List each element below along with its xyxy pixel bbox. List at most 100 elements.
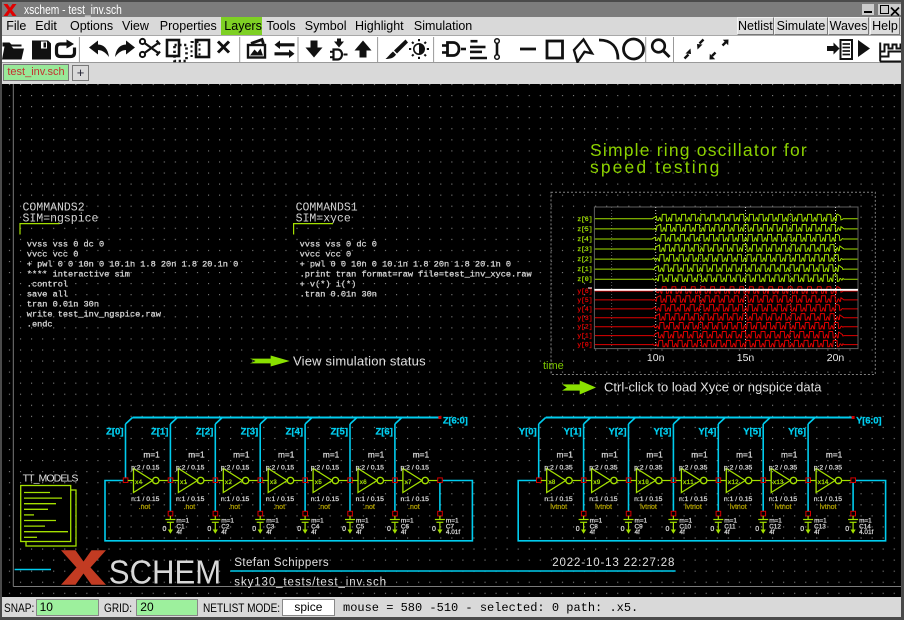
svg-text:4f: 4f: [769, 529, 775, 536]
svg-text:Z[2]: Z[2]: [196, 427, 213, 438]
svg-text:x7: x7: [404, 479, 412, 486]
svg-text:x13: x13: [773, 479, 784, 486]
svg-text:Z[1]: Z[1]: [151, 427, 168, 438]
svg-text:y[3]: y[3]: [577, 315, 592, 322]
svg-text:m=1: m=1: [233, 449, 250, 459]
svg-text:p:2 / 0.15: p:2 / 0.15: [356, 464, 385, 471]
svg-text:Z[6:0]: Z[6:0]: [443, 416, 468, 427]
svg-text:2022-10-13 22:27:28: 2022-10-13 22:27:28: [552, 557, 675, 569]
svg-text:n:1 / 0.15: n:1 / 0.15: [221, 496, 250, 503]
svg-text:Y[0]: Y[0]: [519, 427, 537, 438]
svg-text:0: 0: [576, 526, 580, 533]
svg-text:+ pwl 0 0 10n 0 10.1n 1.8 20n: + pwl 0 0 10n 0 10.1n 1.8 20n 1.8 20.1n …: [300, 260, 511, 270]
svg-text:n:1 / 0.15: n:1 / 0.15: [311, 496, 340, 503]
svg-text:p:2 / 0.15: p:2 / 0.15: [131, 464, 160, 471]
svg-text:y[6]: y[6]: [577, 288, 592, 295]
svg-text:Stefan Schippers: Stefan Schippers: [234, 557, 329, 569]
svg-text:4f: 4f: [724, 529, 730, 536]
svg-text:0: 0: [297, 526, 301, 533]
svg-text:0: 0: [207, 526, 211, 533]
svg-text:x3: x3: [270, 479, 278, 486]
svg-text:n:1 / 0.15: n:1 / 0.15: [266, 496, 295, 503]
svg-text:lvtnot: lvtnot: [820, 504, 837, 511]
svg-text:0: 0: [162, 526, 166, 533]
svg-text:m=1: m=1: [736, 449, 753, 459]
svg-text:z[1]: z[1]: [577, 266, 592, 273]
svg-text:z[2]: z[2]: [577, 256, 592, 263]
svg-text:4f: 4f: [176, 529, 182, 536]
svg-text:m=1: m=1: [368, 449, 385, 459]
svg-text:0: 0: [755, 526, 759, 533]
svg-text:lvtnot: lvtnot: [550, 504, 567, 511]
svg-text:x4: x4: [135, 479, 143, 486]
svg-text:x10: x10: [638, 479, 649, 486]
svg-text:lvtnot: lvtnot: [775, 504, 792, 511]
svg-text:+ pwl 0 0 10n 0 10.1n 1.8 20n: + pwl 0 0 10n 0 10.1n 1.8 20n 1.8 20.1n …: [27, 260, 238, 270]
svg-text:m=1: m=1: [413, 449, 430, 459]
svg-text:write test_inv_ngspice.raw: write test_inv_ngspice.raw: [27, 310, 162, 320]
svg-text:4f: 4f: [311, 529, 317, 536]
svg-text:Y[4]: Y[4]: [698, 427, 716, 438]
svg-text:Y[6:0]: Y[6:0]: [856, 416, 881, 427]
svg-text:Y[1]: Y[1]: [564, 427, 582, 438]
svg-text:0: 0: [252, 526, 256, 533]
svg-text:p:2 / 0.35: p:2 / 0.35: [769, 464, 798, 471]
svg-text:x5: x5: [315, 479, 323, 486]
svg-text:10n: 10n: [647, 352, 665, 364]
svg-text:n:1 / 0.15: n:1 / 0.15: [814, 496, 843, 503]
svg-text:Y[3]: Y[3]: [653, 427, 671, 438]
svg-text:n:1 / 0.15: n:1 / 0.15: [679, 496, 708, 503]
svg-text:n:1 / 0.15: n:1 / 0.15: [769, 496, 798, 503]
svg-text:x11: x11: [683, 479, 694, 486]
svg-text:p:2 / 0.15: p:2 / 0.15: [221, 464, 250, 471]
svg-text:y[0]: y[0]: [577, 342, 592, 349]
svg-text:.endc: .endc: [27, 320, 53, 330]
svg-text:Ctrl-click to load Xyce or ngs: Ctrl-click to load Xyce or ngspice data: [604, 380, 822, 395]
svg-text:x1: x1: [180, 479, 188, 486]
svg-text:y[2]: y[2]: [577, 324, 592, 331]
svg-text:4f: 4f: [679, 529, 685, 536]
svg-text:y[1]: y[1]: [577, 333, 592, 340]
svg-text:x12: x12: [728, 479, 739, 486]
svg-text:p:2 / 0.35: p:2 / 0.35: [679, 464, 708, 471]
svg-text:m=1: m=1: [781, 449, 798, 459]
svg-text:**** interactive sim: **** interactive sim: [27, 270, 130, 280]
svg-text:m=1: m=1: [278, 449, 295, 459]
svg-text:x2: x2: [225, 479, 233, 486]
svg-text:0: 0: [710, 526, 714, 533]
svg-text:Y[6]: Y[6]: [788, 427, 806, 438]
svg-text:0: 0: [432, 526, 436, 533]
svg-text:0: 0: [621, 526, 625, 533]
svg-text:m=1: m=1: [323, 449, 340, 459]
svg-text:m=1: m=1: [826, 449, 843, 459]
svg-text:Z[5]: Z[5]: [331, 427, 348, 438]
svg-text:.not: .not: [273, 504, 285, 511]
svg-text:0: 0: [845, 526, 849, 533]
svg-text:SCHEM: SCHEM: [109, 553, 221, 590]
svg-text:4f: 4f: [401, 529, 407, 536]
svg-text:p:2 / 0.35: p:2 / 0.35: [589, 464, 618, 471]
svg-text:z[3]: z[3]: [577, 246, 592, 253]
svg-text:.print tran format=raw file=te: .print tran format=raw file=test_inv_xyc…: [300, 270, 533, 280]
svg-text:x6: x6: [360, 479, 368, 486]
svg-text:n:1 / 0.15: n:1 / 0.15: [356, 496, 385, 503]
svg-text:Z[6]: Z[6]: [375, 427, 392, 438]
svg-text:p:2 / 0.15: p:2 / 0.15: [176, 464, 205, 471]
svg-text:tran 0.01n 30n: tran 0.01n 30n: [27, 300, 99, 310]
svg-text:n:1 / 0.15: n:1 / 0.15: [401, 496, 430, 503]
svg-text:m=1: m=1: [691, 449, 708, 459]
svg-text:.control: .control: [27, 280, 68, 290]
svg-text:lvtnot: lvtnot: [640, 504, 657, 511]
svg-text:0: 0: [800, 526, 804, 533]
svg-text:n:1 / 0.15: n:1 / 0.15: [634, 496, 663, 503]
svg-text:sky130_tests/test_inv.sch: sky130_tests/test_inv.sch: [234, 577, 387, 589]
svg-text:0: 0: [387, 526, 391, 533]
svg-text:Y[2]: Y[2]: [609, 427, 627, 438]
svg-text:vvcc vcc 0: vvcc vcc 0: [27, 250, 79, 260]
svg-text:n:1 / 0.15: n:1 / 0.15: [544, 496, 573, 503]
svg-text:n:1 / 0.15: n:1 / 0.15: [131, 496, 160, 503]
svg-text:save all: save all: [27, 290, 68, 300]
svg-text:4f: 4f: [635, 529, 641, 536]
svg-text:m=1: m=1: [143, 449, 160, 459]
svg-text:.not: .not: [363, 504, 375, 511]
